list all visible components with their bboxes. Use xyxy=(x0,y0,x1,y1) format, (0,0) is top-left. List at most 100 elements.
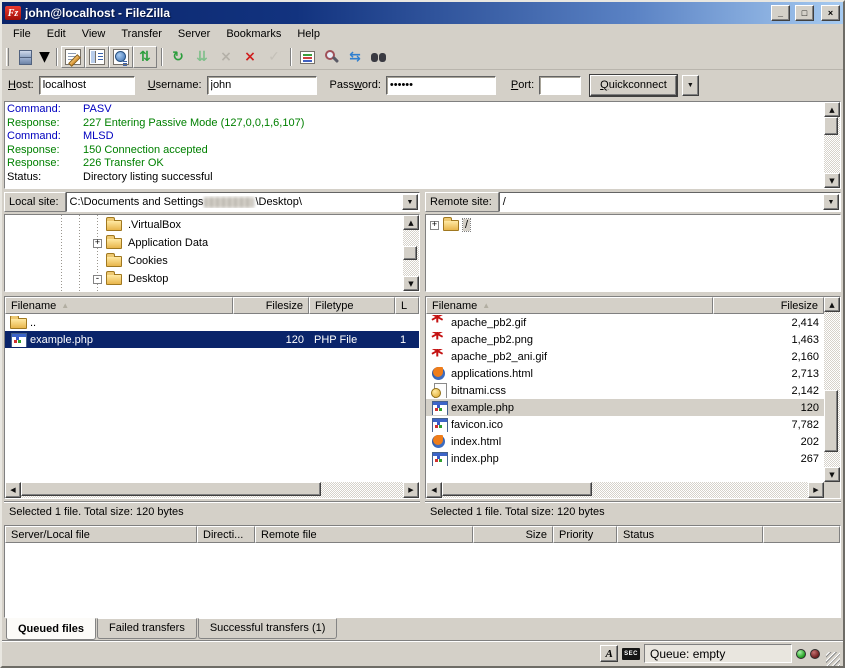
column-header-priority[interactable]: Priority xyxy=(553,526,617,543)
scroll-left-button[interactable] xyxy=(426,482,442,498)
synchronized-browsing-button[interactable]: ⇆ xyxy=(343,46,367,68)
quickconnect-button[interactable]: Quickconnect xyxy=(590,75,677,96)
menu-help[interactable]: Help xyxy=(289,25,328,43)
remote-file-row[interactable]: bitnami.css2,142 xyxy=(426,382,824,399)
column-header-filesize[interactable]: Filesize xyxy=(713,297,824,314)
remote-file-row[interactable]: favicon.ico7,782 xyxy=(426,416,824,433)
scroll-up-button[interactable] xyxy=(824,102,840,117)
quickconnect-dropdown[interactable] xyxy=(682,75,699,96)
disconnect-button[interactable]: × xyxy=(238,46,262,68)
local-site-path-combo[interactable]: C:\Documents and Settings\Desktop\ xyxy=(66,192,420,212)
remote-file-row[interactable]: apache_pb2_ani.gif2,160 xyxy=(426,348,824,365)
local-tree-view[interactable]: .VirtualBox+Application DataCookies-Desk… xyxy=(4,214,420,292)
scroll-up-button[interactable] xyxy=(824,297,840,312)
filter-button[interactable] xyxy=(295,46,319,68)
find-files-button[interactable] xyxy=(367,46,391,68)
tab-queued-files[interactable]: Queued files xyxy=(6,618,96,640)
scroll-down-button[interactable] xyxy=(824,467,840,482)
local-file-row[interactable]: .. xyxy=(5,314,419,331)
menu-bookmarks[interactable]: Bookmarks xyxy=(218,25,289,43)
remote-file-row[interactable]: apache_pb2.gif2,414 xyxy=(426,314,824,331)
remote-site-path-combo[interactable]: / xyxy=(499,192,841,212)
menu-edit[interactable]: Edit xyxy=(39,25,74,43)
dropdown-arrow-button[interactable] xyxy=(402,194,418,210)
toggle-message-log-button[interactable] xyxy=(61,46,85,68)
remote-file-row[interactable]: applications.html2,713 xyxy=(426,365,824,382)
scrollbar-thumb[interactable] xyxy=(442,482,592,496)
menu-server[interactable]: Server xyxy=(170,25,218,43)
resize-grip[interactable] xyxy=(826,652,840,666)
scrollbar-thumb[interactable] xyxy=(403,246,417,260)
scrollbar-track[interactable] xyxy=(442,482,808,498)
local-tree-item[interactable]: Cookies xyxy=(5,252,403,270)
column-header-size[interactable]: Size xyxy=(473,526,553,543)
menu-transfer[interactable]: Transfer xyxy=(113,25,170,43)
toggle-transfer-queue-button[interactable]: ⇅ xyxy=(133,46,157,68)
scrollbar-track[interactable] xyxy=(21,482,403,498)
expand-icon[interactable]: + xyxy=(430,221,439,230)
local-horizontal-scrollbar[interactable] xyxy=(5,482,419,498)
local-file-row[interactable]: example.php120PHP File1 xyxy=(5,331,419,348)
local-tree-item[interactable]: +Application Data xyxy=(5,234,403,252)
scroll-down-button[interactable] xyxy=(824,173,840,188)
password-input[interactable] xyxy=(386,76,496,95)
refresh-button[interactable]: ↻ xyxy=(166,46,190,68)
abort-button[interactable]: ✓ xyxy=(262,46,286,68)
column-header-server-local-file[interactable]: Server/Local file xyxy=(5,526,197,543)
remote-file-row[interactable]: example.php120 xyxy=(426,399,824,416)
scroll-left-button[interactable] xyxy=(5,482,21,498)
column-header-directi[interactable]: Directi... xyxy=(197,526,255,543)
directory-comparison-button[interactable] xyxy=(319,46,343,68)
remote-file-rows[interactable]: apache_pb2.gif2,414apache_pb2.png1,463ap… xyxy=(426,314,824,482)
maximize-button[interactable]: □ xyxy=(795,5,814,21)
expand-icon[interactable]: + xyxy=(93,239,102,248)
username-input[interactable] xyxy=(207,76,317,95)
local-file-rows[interactable]: ..example.php120PHP File1 xyxy=(5,314,419,482)
close-button[interactable]: × xyxy=(821,5,840,21)
remote-file-row[interactable]: apache_pb2.png1,463 xyxy=(426,331,824,348)
minimize-button[interactable]: _ xyxy=(771,5,790,21)
column-header-status[interactable]: Status xyxy=(617,526,763,543)
port-input[interactable] xyxy=(539,76,581,95)
remote-directory-tree[interactable]: +/ xyxy=(426,215,840,291)
scrollbar-thumb[interactable] xyxy=(824,390,838,452)
scrollbar-track[interactable] xyxy=(824,312,840,467)
remote-horizontal-scrollbar[interactable] xyxy=(426,482,840,498)
scroll-up-button[interactable] xyxy=(403,215,419,230)
scrollbar-track[interactable] xyxy=(403,230,419,276)
local-tree-item[interactable]: .VirtualBox xyxy=(5,216,403,234)
site-manager-dropdown[interactable]: ▼ xyxy=(37,46,52,68)
local-tree-scrollbar[interactable] xyxy=(403,215,419,291)
menu-file[interactable]: File xyxy=(5,25,39,43)
process-queue-button[interactable]: ⇊ xyxy=(190,46,214,68)
tab-successful-transfers-1[interactable]: Successful transfers (1) xyxy=(198,618,338,639)
dropdown-arrow-button[interactable] xyxy=(823,194,839,210)
host-input[interactable] xyxy=(39,76,135,95)
column-header-remote-file[interactable]: Remote file xyxy=(255,526,473,543)
column-header-filename[interactable]: Filename▲ xyxy=(5,297,233,314)
scroll-right-button[interactable] xyxy=(808,482,824,498)
scrollbar-track[interactable] xyxy=(824,117,840,173)
scrollbar-thumb[interactable] xyxy=(21,482,321,496)
scrollbar-thumb[interactable] xyxy=(824,117,838,135)
data-type-indicator[interactable]: A xyxy=(600,645,618,662)
toggle-local-tree-button[interactable] xyxy=(85,46,109,68)
remote-file-list[interactable]: Filename▲Filesize apache_pb2.gif2,414apa… xyxy=(425,296,841,499)
site-manager-button[interactable] xyxy=(13,46,37,68)
local-directory-tree[interactable]: .VirtualBox+Application DataCookies-Desk… xyxy=(5,215,403,291)
remote-file-row[interactable]: index.php267 xyxy=(426,450,824,467)
toggle-remote-tree-button[interactable] xyxy=(109,46,133,68)
scroll-down-button[interactable] xyxy=(403,276,419,291)
menu-view[interactable]: View xyxy=(74,25,114,43)
scroll-right-button[interactable] xyxy=(403,482,419,498)
remote-file-row[interactable]: index.html202 xyxy=(426,433,824,450)
cancel-operation-button[interactable]: × xyxy=(214,46,238,68)
queue-body[interactable] xyxy=(5,543,840,617)
remote-vertical-scrollbar[interactable] xyxy=(824,297,840,482)
local-file-list[interactable]: Filename▲FilesizeFiletypeL ..example.php… xyxy=(4,296,420,499)
remote-tree-item[interactable]: +/ xyxy=(426,216,840,234)
collapse-icon[interactable]: - xyxy=(93,275,102,284)
toolbar-grip[interactable] xyxy=(6,48,9,66)
local-tree-item[interactable]: -Desktop xyxy=(5,270,403,288)
column-header-filename[interactable]: Filename▲ xyxy=(426,297,713,314)
